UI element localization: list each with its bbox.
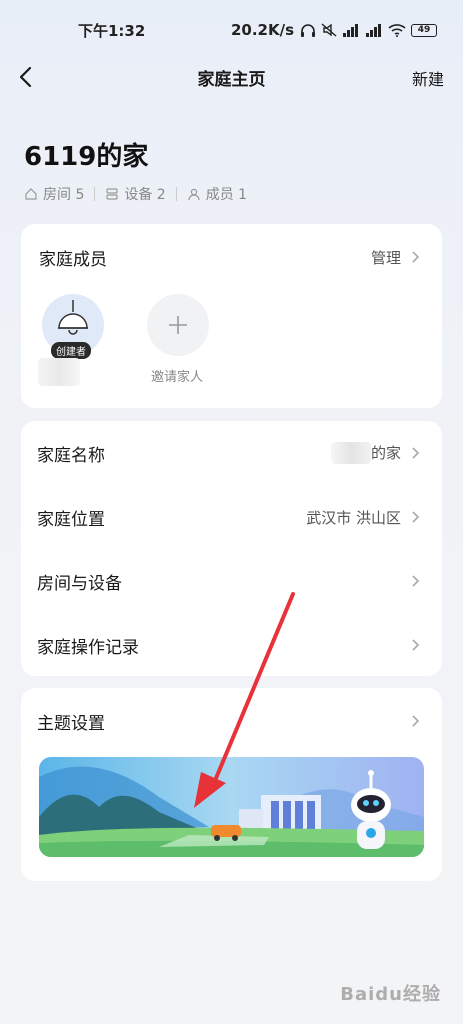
- row-value: [411, 638, 420, 652]
- row-operation-log[interactable]: 家庭操作记录: [21, 613, 442, 677]
- status-bar: 下午1:32 20.2K/s 49: [0, 0, 463, 60]
- chevron-right-icon: [412, 639, 420, 651]
- summary-members[interactable]: 成员 1: [187, 184, 247, 204]
- watermark: Baidu经验: [340, 984, 441, 1005]
- summary-rooms[interactable]: 房间 5: [24, 184, 84, 204]
- creator-badge: 创建者: [51, 342, 91, 359]
- manage-link[interactable]: 管理: [371, 247, 420, 268]
- row-value: [411, 714, 420, 728]
- row-rooms-devices[interactable]: 房间与设备: [21, 549, 442, 613]
- row-label: 家庭位置: [37, 509, 105, 530]
- blurred-home-name: [330, 442, 371, 465]
- devices-count: 设备 2: [124, 187, 166, 203]
- status-right: 20.2K/s 49: [231, 21, 437, 39]
- status-icons: 49: [300, 23, 437, 37]
- mute-icon: [321, 23, 337, 37]
- person-icon: [188, 188, 200, 201]
- device-icon: [106, 188, 118, 200]
- home-icon: [25, 188, 37, 200]
- nav-bar: 家庭主页 新建: [0, 60, 463, 94]
- members-header[interactable]: 家庭成员 管理: [21, 238, 442, 276]
- network-speed: 20.2K/s: [230, 21, 294, 39]
- row-value: 的家: [330, 442, 420, 465]
- member-creator[interactable]: 创建者: [42, 294, 106, 359]
- chevron-right-icon: [412, 511, 420, 523]
- row-theme-settings[interactable]: 主题设置: [21, 688, 442, 754]
- row-label: 房间与设备: [37, 573, 122, 594]
- invite-label: 邀请家人: [150, 370, 203, 385]
- plus-icon: [169, 316, 187, 334]
- avatar[interactable]: 创建者: [42, 294, 104, 359]
- row-home-name[interactable]: 家庭名称 的家: [21, 421, 442, 485]
- chevron-right-icon: [412, 715, 420, 727]
- home-summary: 房间 5 设备 2 成员 1: [24, 184, 247, 204]
- row-home-location[interactable]: 家庭位置 武汉市 洪山区: [21, 485, 442, 549]
- row-value: [411, 574, 420, 588]
- status-time: 下午1:32: [78, 21, 146, 40]
- row-value: 武汉市 洪山区: [306, 507, 420, 528]
- battery-icon: 49: [411, 23, 437, 37]
- divider: [175, 187, 177, 201]
- page-title: 家庭主页: [197, 69, 266, 90]
- theme-banner[interactable]: [39, 757, 424, 857]
- members-count: 成员 1: [205, 187, 248, 203]
- chevron-right-icon: [412, 575, 420, 587]
- manage-label: 管理: [370, 248, 401, 267]
- theme-card: 主题设置: [21, 688, 442, 881]
- signal-icon-2: [366, 24, 381, 37]
- invite-member[interactable]: 邀请家人: [147, 294, 211, 385]
- row-label: 家庭名称: [37, 445, 105, 466]
- summary-devices[interactable]: 设备 2: [105, 184, 166, 204]
- theme-landscape-image: [39, 757, 424, 857]
- rooms-count: 房间 5: [43, 187, 85, 203]
- headphone-icon: [301, 24, 315, 37]
- wifi-icon: [388, 24, 406, 37]
- home-name-value: 的家: [370, 443, 401, 462]
- home-name: 6119的家: [24, 142, 149, 172]
- chevron-right-icon: [412, 251, 420, 263]
- home-info-card: 家庭名称 的家 家庭位置 武汉市 洪山区 房间与设备 家庭操作记录: [21, 421, 442, 676]
- members-title: 家庭成员: [39, 249, 107, 270]
- new-button[interactable]: 新建: [412, 66, 444, 90]
- location-value: 武汉市 洪山区: [306, 508, 401, 527]
- invite-button[interactable]: [147, 294, 209, 356]
- members-card: 家庭成员 管理 创建者 邀请家人: [21, 224, 442, 408]
- back-arrow-icon[interactable]: [14, 64, 40, 90]
- blurred-member-name: [38, 358, 80, 386]
- theme-title: 主题设置: [37, 713, 105, 734]
- signal-icon: [343, 24, 358, 37]
- row-label: 家庭操作记录: [37, 637, 139, 658]
- divider: [94, 187, 96, 201]
- chevron-right-icon: [412, 447, 420, 459]
